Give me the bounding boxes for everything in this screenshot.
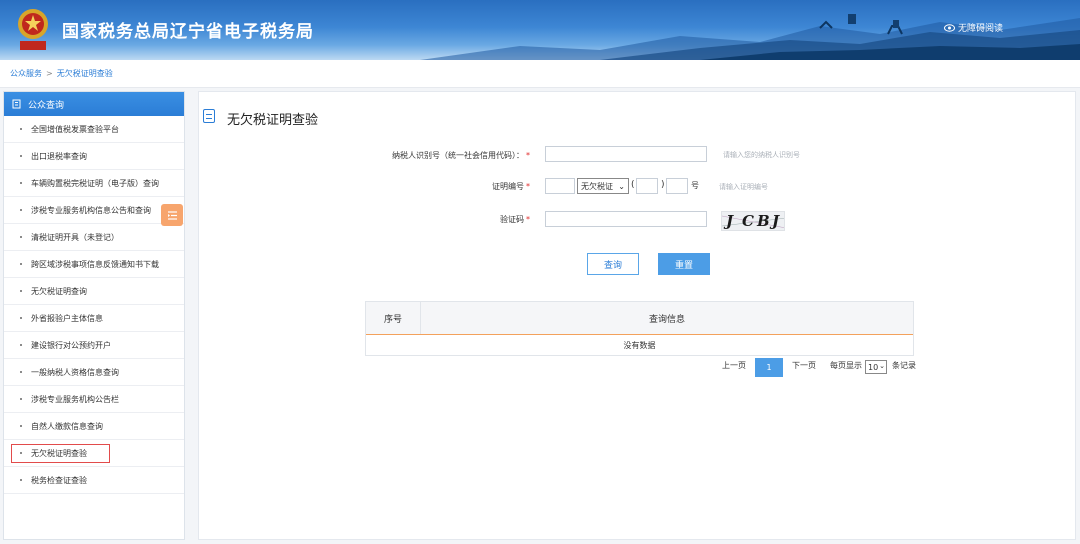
sidebar-item[interactable]: 涉税专业服务机构信息公告和查询 — [4, 197, 184, 224]
records-label: 条记录 — [892, 361, 916, 370]
page-size-value: 10 — [868, 362, 879, 372]
sidebar-item-label: 车辆购置税完税证明（电子版）查询 — [31, 178, 159, 188]
sidebar-item[interactable]: 出口退税率查询 — [4, 143, 184, 170]
captcha-image[interactable]: J C B J — [721, 211, 785, 231]
breadcrumb-separator: > — [46, 69, 53, 78]
cert-prefix-input[interactable] — [545, 178, 575, 194]
sidebar-item-label: 建设银行对公预约开户 — [31, 340, 111, 350]
sidebar-item-label: 涉税专业服务机构公告栏 — [31, 394, 119, 404]
captcha-char: J — [772, 212, 780, 230]
required-mark: * — [526, 151, 530, 160]
required-mark: * — [526, 215, 530, 224]
sidebar-item[interactable]: 一般纳税人资格信息查询 — [4, 359, 184, 386]
reset-button[interactable]: 重置 — [658, 253, 710, 275]
sidebar-item-selected[interactable]: 无欠税证明查验 — [4, 440, 184, 467]
sidebar-item-label: 无欠税证明查询 — [31, 286, 87, 296]
site-header: 国家税务总局辽宁省电子税务局 无障碍阅读 — [0, 0, 1080, 60]
column-header-index: 序号 — [366, 302, 421, 334]
sidebar-heading-label: 公众查询 — [28, 100, 65, 111]
page-number-button[interactable]: 1 — [755, 358, 783, 377]
cert-type-selected-value: 无欠税证 — [581, 181, 613, 191]
sidebar-item[interactable]: 清税证明开具（未登记） — [4, 224, 184, 251]
sidebar-item[interactable]: 自然人缴款信息查询 — [4, 413, 184, 440]
sidebar-item-label: 涉税专业服务机构信息公告和查询 — [31, 205, 151, 215]
taxpayer-id-label-text: 纳税人识别号（统一社会信用代码）： — [392, 151, 524, 160]
chevron-down-icon: ⌄ — [618, 182, 625, 191]
per-page-label: 每页显示 — [830, 361, 862, 370]
taxpayer-id-hint: 请输入您的纳税人识别号 — [723, 151, 800, 159]
selection-outline — [11, 444, 110, 463]
captcha-label-text: 验证码 — [500, 215, 524, 224]
sidebar-item[interactable]: 外省报验户主体信息 — [4, 305, 184, 332]
sidebar-item-label: 一般纳税人资格信息查询 — [31, 367, 119, 377]
accessibility-label: 无障碍阅读 — [958, 24, 1004, 34]
cert-number-label: 证明编号 * — [454, 181, 530, 192]
open-paren: ( — [631, 180, 635, 190]
breadcrumb-current-link[interactable]: 无欠税证明查验 — [57, 68, 113, 79]
sidebar-item[interactable]: 跨区域涉税事项信息反馈通知书下载 — [4, 251, 184, 278]
required-mark: * — [526, 182, 530, 191]
main-panel: 无欠税证明查验 纳税人识别号（统一社会信用代码）： * 请输入您的纳税人识别号 证… — [198, 91, 1076, 540]
document-list-icon — [12, 99, 21, 109]
breadcrumb: 公众服务 > 无欠税证明查验 — [0, 60, 1080, 88]
accessibility-reading-link[interactable]: 无障碍阅读 — [944, 21, 1003, 34]
sidebar-item[interactable]: 车辆购置税完税证明（电子版）查询 — [4, 170, 184, 197]
sidebar-item-label: 跨区域涉税事项信息反馈通知书下载 — [31, 259, 159, 269]
captcha-char: B — [757, 212, 770, 230]
sidebar-heading[interactable]: 公众查询 — [4, 92, 184, 116]
sidebar-item-label: 外省报验户主体信息 — [31, 313, 103, 323]
sidebar-item-label: 税务检查证查验 — [31, 475, 87, 485]
cert-number-hint: 请输入证明编号 — [719, 183, 768, 191]
sidebar-item-label: 出口退税率查询 — [31, 151, 87, 161]
empty-table-message: 没有数据 — [623, 340, 656, 350]
form-title-icon — [203, 109, 215, 123]
sidebar-item[interactable]: 全国增值税发票查验平台 — [4, 116, 184, 143]
captcha-char: J — [726, 212, 734, 230]
captcha-char: C — [742, 212, 754, 230]
captcha-label: 验证码 * — [454, 214, 530, 225]
breadcrumb-root-link[interactable]: 公众服务 — [10, 68, 42, 79]
chevron-down-icon: ⌄ — [879, 362, 885, 370]
cert-serial-input[interactable] — [666, 178, 688, 194]
collapse-sidebar-toggle[interactable] — [161, 204, 183, 226]
sidebar-item-label: 自然人缴款信息查询 — [31, 421, 103, 431]
site-title: 国家税务总局辽宁省电子税务局 — [62, 22, 314, 42]
eye-icon — [944, 23, 955, 32]
column-header-info: 查询信息 — [648, 314, 685, 325]
sidebar-item[interactable]: 无欠税证明查询 — [4, 278, 184, 305]
page-title: 无欠税证明查验 — [227, 113, 319, 128]
cert-suffix: 号 — [691, 181, 699, 190]
sidebar-menu: 全国增值税发票查验平台 出口退税率查询 车辆购置税完税证明（电子版）查询 涉税专… — [4, 116, 184, 494]
sidebar-item[interactable]: 建设银行对公预约开户 — [4, 332, 184, 359]
sidebar-item-label: 全国增值税发票查验平台 — [31, 124, 119, 134]
query-button[interactable]: 查询 — [587, 253, 639, 275]
cert-type-select[interactable]: 无欠税证 ⌄ — [577, 178, 629, 194]
taxpayer-id-input[interactable] — [545, 146, 707, 162]
tax-emblem-icon — [18, 9, 48, 50]
indent-list-icon — [167, 210, 177, 220]
captcha-input[interactable] — [545, 211, 707, 227]
cert-number-label-text: 证明编号 — [492, 182, 524, 191]
page-size-select[interactable]: 10 ⌄ — [865, 360, 887, 374]
table-header: 序号 查询信息 — [366, 302, 913, 335]
next-page-button[interactable]: 下一页 — [792, 360, 816, 371]
sidebar-item-label: 清税证明开具（未登记） — [31, 232, 119, 242]
close-paren: ) — [661, 180, 665, 190]
taxpayer-id-label: 纳税人识别号（统一社会信用代码）： * — [384, 150, 530, 161]
results-table: 序号 查询信息 没有数据 — [365, 301, 914, 356]
sidebar: 公众查询 全国增值税发票查验平台 出口退税率查询 车辆购置税完税证明（电子版）查… — [3, 91, 185, 540]
sidebar-item[interactable]: 涉税专业服务机构公告栏 — [4, 386, 184, 413]
prev-page-button[interactable]: 上一页 — [722, 360, 746, 371]
sidebar-item[interactable]: 税务检查证查验 — [4, 467, 184, 494]
cert-year-input[interactable] — [636, 178, 658, 194]
